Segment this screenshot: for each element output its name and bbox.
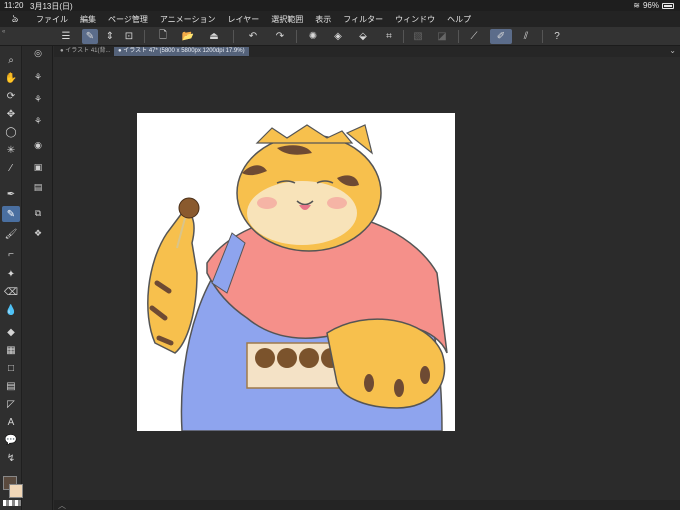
separator <box>233 30 234 43</box>
menu-animation[interactable]: アニメーション <box>154 14 222 25</box>
menu-filter[interactable]: フィルター <box>337 14 389 25</box>
hand-tool-icon[interactable]: ✋ <box>2 70 20 86</box>
menu-edit[interactable]: 編集 <box>74 14 102 25</box>
sub-tool-1-icon[interactable]: ◎ <box>30 46 46 60</box>
sub-tool-4-icon[interactable]: ⚘ <box>30 114 46 128</box>
menu-window[interactable]: ウィンドウ <box>389 14 441 25</box>
decoration-tool-icon[interactable]: ✦ <box>2 266 20 282</box>
help-icon[interactable]: ? <box>549 29 565 44</box>
status-right: ≋ 96% <box>633 1 674 10</box>
brush-tool-icon[interactable]: 🖌 <box>2 226 20 242</box>
eraser-tool-icon[interactable]: ⌫ <box>2 284 20 300</box>
paint-bucket-icon[interactable]: ⬙ <box>355 29 371 44</box>
frame-tool-icon[interactable]: ▤ <box>2 378 20 394</box>
transform-icon[interactable]: ⊡ <box>121 29 137 44</box>
document-tabs: ● イラスト 41(背... ● イラスト 47* (5800 x 5800px… <box>54 46 680 57</box>
crop-icon[interactable]: ⌗ <box>381 29 397 44</box>
move-tool-icon[interactable]: ✥ <box>2 106 20 122</box>
redo-icon[interactable]: ↷ <box>272 29 288 44</box>
battery-icon <box>662 2 674 9</box>
lasso-tool-icon[interactable]: ◯ <box>2 124 20 140</box>
tab-illust-41[interactable]: ● イラスト 41(背... <box>56 47 115 56</box>
menu-layer[interactable]: レイヤー <box>222 14 266 25</box>
tool-palette: ⌕ ✋ ⟳ ✥ ◯ ✳ ⁄ ✒ ✎ 🖌 ⌐ ✦ ⌫ 💧 ◆ ▦ □ ▤ ◸ A … <box>0 46 22 510</box>
collapse-icon[interactable]: « <box>2 29 5 35</box>
sub-tool-palette: ◎ ⚘ ⚘ ⚘ ◉ ▣ ▤ ⧉ ❖ <box>23 46 53 510</box>
app-logo-icon[interactable]: ঌ <box>0 11 30 27</box>
pen-tool-icon[interactable]: ✒ <box>2 186 20 202</box>
sub-tool-3-icon[interactable]: ⚘ <box>30 92 46 106</box>
sub-tool-7-icon[interactable]: ▤ <box>30 180 46 194</box>
separator <box>542 30 543 43</box>
canvas-area[interactable] <box>54 57 680 500</box>
sub-tool-5-icon[interactable]: ◉ <box>30 138 46 152</box>
menu-file[interactable]: ファイル <box>30 14 74 25</box>
magic-wand-tool-icon[interactable]: ✳ <box>2 142 20 158</box>
menu-icon[interactable]: ☰ <box>58 29 74 44</box>
separator <box>296 30 297 43</box>
pen-mode-icon[interactable]: ✎ <box>82 29 98 44</box>
sub-tool-8-icon[interactable]: ⧉ <box>30 206 46 220</box>
zoom-tool-icon[interactable]: ⌕ <box>2 52 20 68</box>
ruler-tool-icon[interactable]: ◸ <box>2 396 20 412</box>
menu-page[interactable]: ページ管理 <box>102 14 154 25</box>
menu-bar: ঌ ファイル 編集 ページ管理 アニメーション レイヤー 選択範囲 表示 フィル… <box>0 11 680 27</box>
artwork-tiger-illustration <box>147 124 448 431</box>
text-tool-icon[interactable]: A <box>2 414 20 430</box>
sub-tool-2-icon[interactable]: ⚘ <box>30 70 46 84</box>
command-bar: « ☰ ✎ ⇕ ⊡ 🗋 📂 ⏏ ↶ ↷ ✺ ◈ ⬙ ⌗ ▧ ◪ ⟋ ✐ ⫽ ? <box>0 27 680 46</box>
chevron-up-icon[interactable]: ︿ <box>58 500 66 510</box>
sub-tool-9-icon[interactable]: ❖ <box>30 226 46 240</box>
pencil-tool-icon[interactable]: ✎ <box>2 206 20 222</box>
canvas-paper[interactable] <box>137 113 455 431</box>
gradient-tool-icon[interactable]: ▦ <box>2 342 20 358</box>
menu-selection[interactable]: 選択範囲 <box>265 14 309 25</box>
sub-color-swatch[interactable] <box>9 484 23 498</box>
ruler-icon[interactable]: ⟋ <box>466 29 482 44</box>
menu-view[interactable]: 表示 <box>309 14 337 25</box>
airbrush-tool-icon[interactable]: ⌐ <box>2 246 20 262</box>
battery-percent: 96% <box>642 1 659 10</box>
separator <box>458 30 459 43</box>
save-icon[interactable]: ⏏ <box>206 29 222 44</box>
disabled-tool-2-icon: ◪ <box>437 31 447 42</box>
figure-tool-icon[interactable]: □ <box>2 360 20 376</box>
new-file-icon[interactable]: 🗋 <box>155 29 171 44</box>
ruler-snap-icon[interactable]: ⫽ <box>518 29 534 44</box>
separator <box>144 30 145 43</box>
disabled-tool-icon: ▧ <box>413 31 423 42</box>
loading-spinner-icon[interactable]: ✺ <box>305 29 321 44</box>
separator <box>403 30 404 43</box>
bottom-bar: ︿ <box>54 500 680 510</box>
chevron-up-down-icon[interactable]: ⇕ <box>102 29 118 44</box>
fill-selection-icon[interactable]: ◈ <box>330 29 346 44</box>
system-status-bar: 11:20 3月13日(日) ≋ 96% <box>0 0 680 11</box>
chevron-down-icon[interactable]: ⌄ <box>669 46 676 55</box>
eyedropper-tool-icon[interactable]: ⁄ <box>2 160 20 176</box>
brush-mode-icon[interactable]: ✐ <box>490 29 512 44</box>
open-file-icon[interactable]: 📂 <box>180 29 196 44</box>
correct-line-tool-icon[interactable]: ↯ <box>2 450 20 466</box>
tab-illust-47[interactable]: ● イラスト 47* (5800 x 5800px 1200dpi 17.9%) <box>114 47 249 56</box>
sub-tool-6-icon[interactable]: ▣ <box>30 160 46 174</box>
fill-tool-icon[interactable]: ◆ <box>2 324 20 340</box>
wifi-icon: ≋ <box>633 1 640 10</box>
transparent-color-swatch[interactable] <box>3 500 21 506</box>
menu-help[interactable]: ヘルプ <box>441 14 477 25</box>
blend-tool-icon[interactable]: 💧 <box>2 302 20 318</box>
rotate-tool-icon[interactable]: ⟳ <box>2 88 20 104</box>
balloon-tool-icon[interactable]: 💬 <box>2 432 20 448</box>
app-window: 11:20 3月13日(日) ≋ 96% ঌ ファイル 編集 ページ管理 アニメ… <box>0 0 680 510</box>
undo-icon[interactable]: ↶ <box>245 29 261 44</box>
